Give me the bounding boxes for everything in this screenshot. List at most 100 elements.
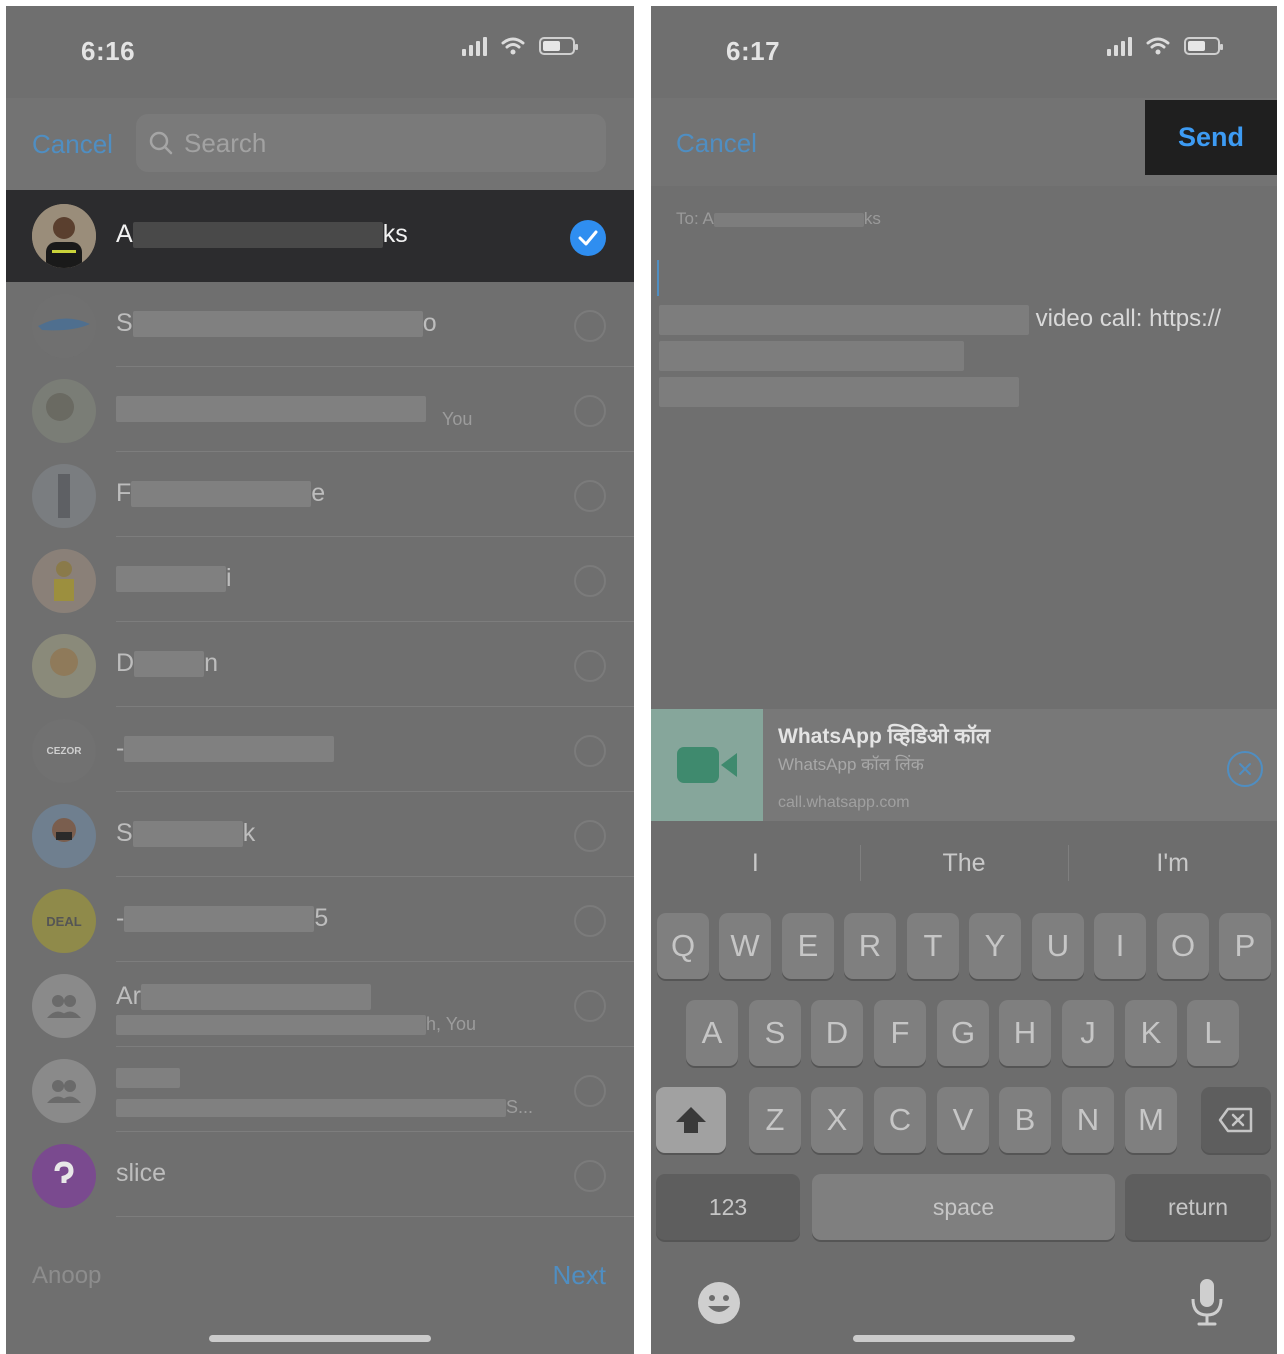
select-radio[interactable] [574, 395, 606, 427]
key-u[interactable]: U [1032, 913, 1084, 979]
next-button[interactable]: Next [553, 1260, 606, 1291]
key-s[interactable]: S [749, 1000, 801, 1066]
key-a[interactable]: A [686, 1000, 738, 1066]
select-radio[interactable] [574, 735, 606, 767]
key-i[interactable]: I [1094, 913, 1146, 979]
contact-name: - [116, 734, 335, 763]
key-t[interactable]: T [907, 913, 959, 979]
key-o[interactable]: O [1157, 913, 1209, 979]
space-key[interactable]: space [812, 1174, 1115, 1240]
home-indicator [209, 1335, 431, 1342]
share-contact-picker-screen: 6:16 Cancel Search A ks S o You F e i D … [6, 6, 634, 1354]
text-cursor [657, 260, 659, 296]
contact-row[interactable]: DEAL -5 [6, 877, 634, 962]
wifi-icon [1146, 37, 1170, 55]
contact-row[interactable]: Fe [6, 452, 634, 537]
contact-row[interactable]: You [6, 367, 634, 452]
search-input[interactable] [184, 127, 564, 159]
key-e[interactable]: E [782, 913, 834, 979]
microphone-icon[interactable] [1189, 1277, 1225, 1327]
key-w[interactable]: W [719, 913, 771, 979]
cancel-button[interactable]: Cancel [676, 128, 757, 159]
contact-row[interactable]: CEZOR - [6, 707, 634, 792]
to-field[interactable]: To: Aks [676, 209, 881, 229]
key-c[interactable]: C [874, 1087, 926, 1153]
link-title: WhatsApp व्हिडिओ कॉल [778, 725, 991, 748]
contact-name: So [116, 309, 437, 338]
contact-row[interactable]: Sk [6, 792, 634, 877]
key-g[interactable]: G [937, 1000, 989, 1066]
contact-subtitle: h, You [116, 1014, 476, 1036]
avatar [32, 379, 96, 443]
delete-key[interactable] [1201, 1087, 1271, 1153]
key-l[interactable]: L [1187, 1000, 1239, 1066]
group-avatar-icon [32, 974, 96, 1038]
signal-icon [462, 36, 487, 56]
contact-subtitle: You [442, 409, 473, 429]
status-time: 6:16 [81, 36, 136, 66]
numbers-key[interactable]: 123 [656, 1174, 800, 1240]
message-body[interactable]: video call: https:// [659, 301, 1221, 409]
suggestion[interactable]: I'm [1068, 821, 1277, 905]
contact-list: Aks So You F e i D n CEZOR - S k DEAL - … [6, 190, 634, 1240]
keyboard: I The I'm Q W E R T Y U I O P A S D F G … [651, 821, 1277, 1354]
select-radio[interactable] [574, 905, 606, 937]
select-radio[interactable] [574, 310, 606, 342]
contact-row-selected[interactable]: Aks [6, 190, 634, 282]
key-d[interactable]: D [811, 1000, 863, 1066]
key-j[interactable]: J [1062, 1000, 1114, 1066]
link-thumbnail [651, 709, 763, 821]
close-icon[interactable] [1227, 751, 1263, 787]
shift-key[interactable] [656, 1087, 726, 1153]
key-r[interactable]: R [844, 913, 896, 979]
cancel-button[interactable]: Cancel [32, 129, 113, 160]
contact-row[interactable]: i [6, 537, 634, 622]
key-b[interactable]: B [999, 1087, 1051, 1153]
link-subtitle: WhatsApp कॉल लिंक [778, 755, 924, 774]
key-h[interactable]: H [999, 1000, 1051, 1066]
avatar [32, 549, 96, 613]
contact-row[interactable]: Dn [6, 622, 634, 707]
key-f[interactable]: F [874, 1000, 926, 1066]
select-radio[interactable] [574, 1160, 606, 1192]
contact-row[interactable]: Ar h, You [6, 962, 634, 1047]
battery-icon [1184, 37, 1223, 55]
shift-arrow-icon [676, 1107, 706, 1133]
suggestion[interactable]: I [651, 821, 860, 905]
select-radio[interactable] [574, 820, 606, 852]
key-v[interactable]: V [937, 1087, 989, 1153]
key-q[interactable]: Q [657, 913, 709, 979]
contact-row[interactable]: So [6, 282, 634, 367]
key-k[interactable]: K [1125, 1000, 1177, 1066]
select-radio[interactable] [574, 480, 606, 512]
contact-row[interactable]: S... [6, 1047, 634, 1132]
key-p[interactable]: P [1219, 913, 1271, 979]
send-button[interactable]: Send [1145, 100, 1277, 175]
contact-name [116, 394, 426, 423]
select-radio[interactable] [574, 1075, 606, 1107]
select-radio[interactable] [574, 565, 606, 597]
key-x[interactable]: X [811, 1087, 863, 1153]
checkmark-icon[interactable] [570, 220, 606, 256]
key-z[interactable]: Z [749, 1087, 801, 1153]
select-radio[interactable] [574, 650, 606, 682]
suggestion[interactable]: The [859, 821, 1069, 905]
contact-name: slice [116, 1159, 167, 1187]
contact-subtitle: S... [116, 1097, 533, 1118]
contact-name: -5 [116, 904, 329, 933]
key-n[interactable]: N [1062, 1087, 1114, 1153]
emoji-icon[interactable] [695, 1279, 743, 1327]
signal-icon [1107, 36, 1132, 56]
return-key[interactable]: return [1125, 1174, 1271, 1240]
group-avatar-icon [32, 1059, 96, 1123]
backspace-icon [1218, 1107, 1253, 1133]
avatar [32, 204, 96, 268]
contact-name: Sk [116, 819, 256, 848]
search-field[interactable] [136, 114, 606, 172]
key-y[interactable]: Y [969, 913, 1021, 979]
key-m[interactable]: M [1125, 1087, 1177, 1153]
select-radio[interactable] [574, 990, 606, 1022]
avatar-logo-text: CEZOR [46, 745, 82, 757]
contact-row[interactable]: slice [6, 1132, 634, 1217]
link-preview-card[interactable]: WhatsApp व्हिडिओ कॉल WhatsApp कॉल लिंक c… [651, 709, 1277, 821]
